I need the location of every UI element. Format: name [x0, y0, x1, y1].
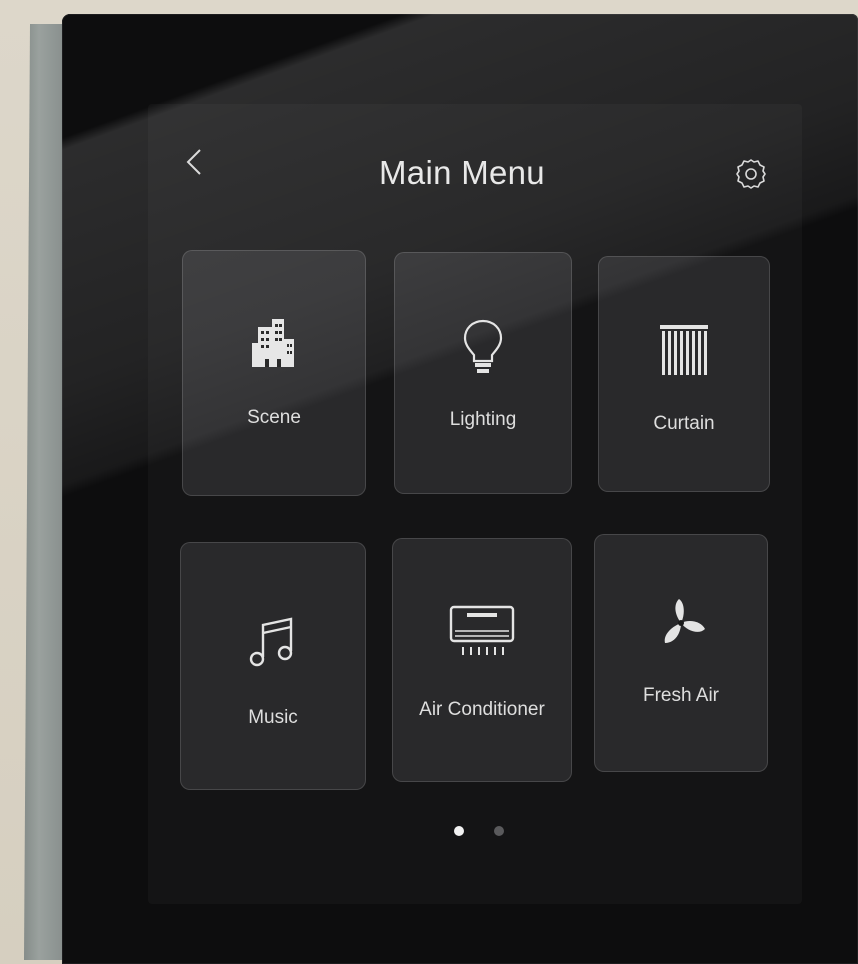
light-bulb-icon [463, 319, 503, 373]
page-dot-active[interactable] [454, 826, 464, 836]
tile-curtain[interactable]: Curtain [598, 256, 770, 492]
tile-label: Curtain [653, 413, 715, 434]
tile-label: Lighting [449, 409, 517, 430]
tile-label: Fresh Air [642, 685, 720, 706]
gear-icon [736, 159, 766, 189]
settings-button[interactable] [734, 156, 768, 190]
page-title: Main Menu [379, 154, 545, 191]
back-icon[interactable] [182, 144, 210, 184]
wall-panel: Main Menu Scene Lighting Curtain Music A… [62, 14, 858, 964]
scene: Main Menu Scene Lighting Curtain Music A… [0, 0, 858, 964]
chevron-left-icon [186, 149, 201, 175]
tile-air-conditioner[interactable]: Air Conditioner [392, 538, 572, 782]
tile-label: Music [248, 707, 298, 728]
tile-label: Air Conditioner [419, 699, 545, 720]
tile-music[interactable]: Music [180, 542, 366, 790]
buildings-icon [252, 319, 294, 367]
tile-label: Scene [247, 407, 301, 428]
tile-lighting[interactable]: Lighting [394, 252, 572, 494]
page-dot[interactable] [494, 826, 504, 836]
air-conditioner-icon [449, 605, 515, 655]
tile-scene[interactable]: Scene [182, 250, 366, 496]
fan-icon [664, 599, 705, 643]
music-note-icon [249, 617, 293, 667]
curtain-icon [660, 325, 708, 375]
tile-fresh-air[interactable]: Fresh Air [594, 534, 768, 772]
